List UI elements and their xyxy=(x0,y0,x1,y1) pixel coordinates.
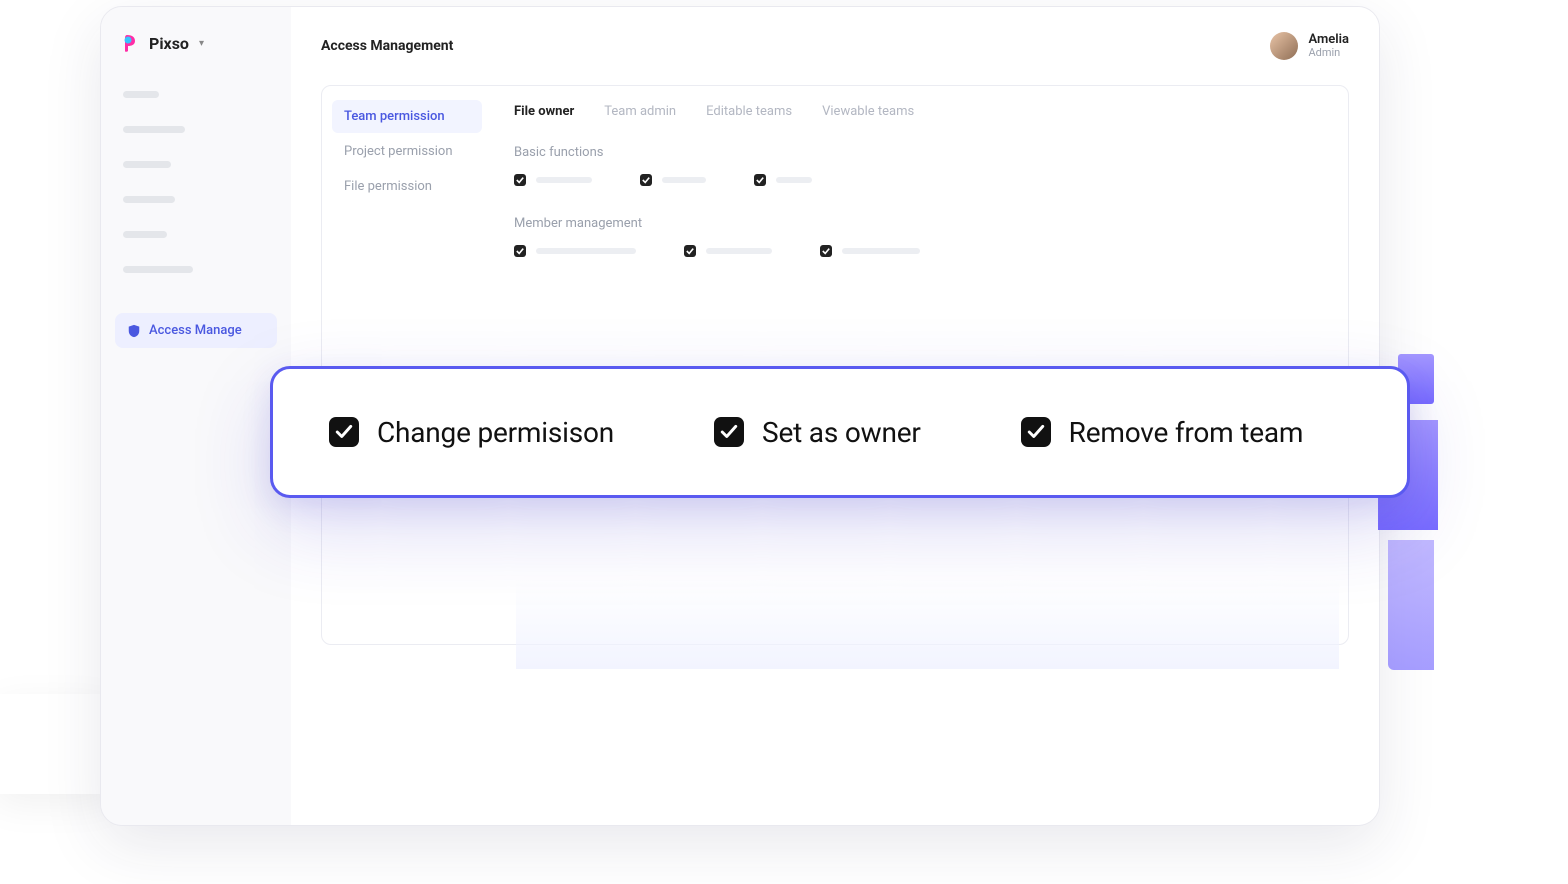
side-nav-team-permission[interactable]: Team permission xyxy=(332,100,482,133)
permission-toggle[interactable] xyxy=(514,245,636,257)
callout-label: Set as owner xyxy=(762,416,921,449)
panel-main: File owner Team admin Editable teams Vie… xyxy=(492,86,1348,644)
callout-remove-from-team[interactable]: Remove from team xyxy=(1021,416,1304,449)
checkbox-checked-icon xyxy=(1021,417,1051,447)
checkbox-checked-icon xyxy=(754,174,766,186)
permission-toggle[interactable] xyxy=(754,174,812,186)
label-skeleton xyxy=(776,177,812,183)
label-skeleton xyxy=(706,248,772,254)
sidebar-skeleton-item xyxy=(123,161,171,168)
sidebar-nav-placeholder-group xyxy=(123,91,269,273)
section-title: Member management xyxy=(514,216,1326,231)
permission-toggle[interactable] xyxy=(684,245,772,257)
checkbox-checked-icon xyxy=(640,174,652,186)
decorative-accent xyxy=(1388,540,1434,670)
permissions-panel: Team permission Project permission File … xyxy=(321,85,1349,645)
brand-logo[interactable]: Pixso ▾ xyxy=(121,33,271,53)
tab-file-owner[interactable]: File owner xyxy=(514,104,574,119)
permissions-callout: Change permisison Set as owner Remove fr… xyxy=(270,366,1410,498)
label-skeleton xyxy=(536,177,592,183)
permission-toggle[interactable] xyxy=(640,174,706,186)
side-nav-file-permission[interactable]: File permission xyxy=(332,170,482,203)
label-skeleton xyxy=(662,177,706,183)
user-menu[interactable]: Amelia Admin xyxy=(1270,32,1349,60)
callout-change-permission[interactable]: Change permisison xyxy=(329,416,614,449)
callout-label: Change permisison xyxy=(377,416,614,449)
checkbox-checked-icon xyxy=(514,174,526,186)
checkbox-checked-icon xyxy=(714,417,744,447)
avatar xyxy=(1270,32,1298,60)
callout-label: Remove from team xyxy=(1069,416,1304,449)
permission-toggle[interactable] xyxy=(514,174,592,186)
brand-name: Pixso xyxy=(149,34,189,53)
topbar: Access Management Amelia Admin xyxy=(291,7,1379,85)
checkbox-checked-icon xyxy=(684,245,696,257)
section-title: Basic functions xyxy=(514,145,1326,160)
permission-toggle[interactable] xyxy=(820,245,920,257)
chevron-down-icon: ▾ xyxy=(199,38,204,49)
checkbox-checked-icon xyxy=(820,245,832,257)
tab-viewable-teams[interactable]: Viewable teams xyxy=(822,104,914,119)
side-nav-project-permission[interactable]: Project permission xyxy=(332,135,482,168)
shield-icon xyxy=(127,324,141,338)
sidebar-item-label: Access Manage xyxy=(149,323,242,338)
user-role: Admin xyxy=(1308,47,1349,59)
panel-side-nav: Team permission Project permission File … xyxy=(322,86,492,644)
tab-editable-teams[interactable]: Editable teams xyxy=(706,104,792,119)
label-skeleton xyxy=(536,248,636,254)
sidebar-item-access-management[interactable]: Access Manage xyxy=(115,313,277,348)
sidebar-skeleton-item xyxy=(123,266,193,273)
page-edge-shadow xyxy=(0,694,114,794)
sidebar-skeleton-item xyxy=(123,231,167,238)
sidebar-skeleton-item xyxy=(123,91,159,98)
checkbox-checked-icon xyxy=(329,417,359,447)
page-title: Access Management xyxy=(321,38,453,54)
checkbox-checked-icon xyxy=(514,245,526,257)
callout-set-as-owner[interactable]: Set as owner xyxy=(714,416,921,449)
user-name: Amelia xyxy=(1308,33,1349,47)
role-tabs: File owner Team admin Editable teams Vie… xyxy=(514,104,1326,119)
section-basic-functions: Basic functions xyxy=(514,145,1326,186)
section-member-management: Member management xyxy=(514,216,1326,257)
label-skeleton xyxy=(842,248,920,254)
sidebar: Pixso ▾ Access Manage xyxy=(101,7,291,825)
sidebar-skeleton-item xyxy=(123,196,175,203)
sidebar-skeleton-item xyxy=(123,126,185,133)
tab-team-admin[interactable]: Team admin xyxy=(604,104,676,119)
pixso-logo-icon xyxy=(121,33,141,53)
